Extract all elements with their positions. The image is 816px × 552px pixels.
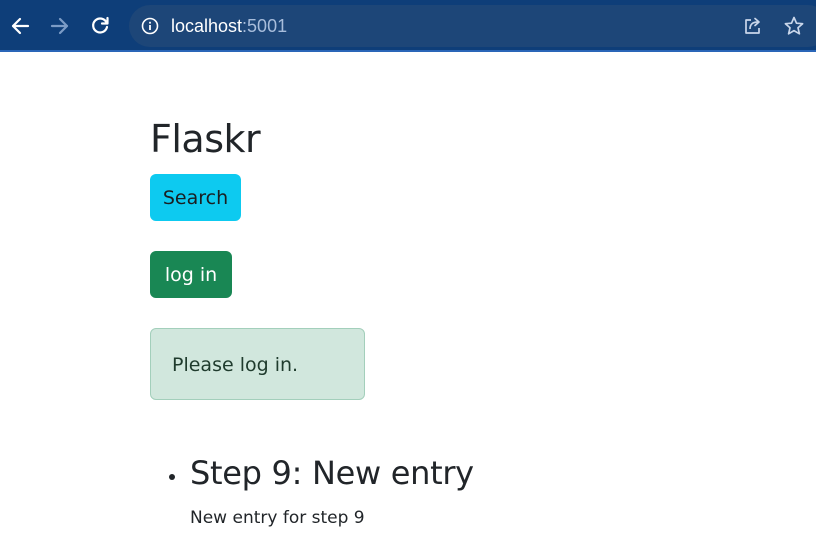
entry-title: Step 9: New entry <box>190 454 474 492</box>
bookmark-star-icon[interactable] <box>783 15 805 37</box>
forward-button[interactable] <box>45 11 75 41</box>
page-title: Flaskr <box>150 117 261 161</box>
search-button[interactable]: Search <box>150 174 241 221</box>
bullet-icon <box>169 474 175 480</box>
browser-toolbar: localhost:5001 <box>0 0 816 52</box>
url-text[interactable]: localhost:5001 <box>171 15 287 37</box>
share-icon[interactable] <box>742 15 764 37</box>
address-bar[interactable]: localhost:5001 <box>129 5 816 47</box>
reload-icon <box>92 16 109 34</box>
arrow-left-icon <box>11 17 30 35</box>
site-info-icon[interactable] <box>141 17 159 35</box>
reload-button[interactable] <box>85 11 115 41</box>
url-host: localhost <box>171 16 243 36</box>
arrow-right-icon <box>50 17 69 35</box>
login-button[interactable]: log in <box>150 251 232 298</box>
back-button[interactable] <box>5 11 35 41</box>
flash-alert: Please log in. <box>150 328 365 400</box>
entry-text: New entry for step 9 <box>190 508 365 528</box>
url-port: :5001 <box>242 16 288 36</box>
flash-message: Please log in. <box>172 354 299 376</box>
